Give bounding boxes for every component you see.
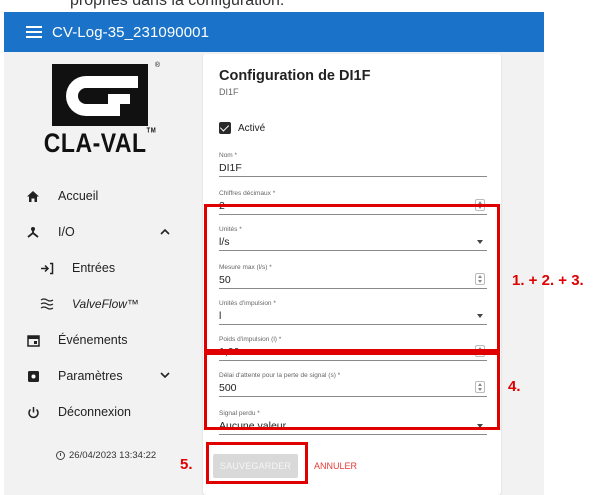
active-checkbox-row[interactable]: Activé — [219, 122, 265, 134]
field-label: Mesure max (l/s) * — [219, 264, 272, 271]
cla-val-logo: ® CLA-VALTM — [40, 62, 160, 160]
field-label: Unités d'impulsion * — [219, 300, 276, 307]
field-label: Signal perdu * — [219, 410, 260, 417]
home-icon — [24, 190, 42, 203]
registered-mark: ® — [154, 62, 160, 69]
field-underline — [219, 434, 487, 435]
sidebar-item-accueil[interactable]: Accueil — [4, 178, 192, 214]
datetime-text: 26/04/2023 13:34:22 — [69, 450, 157, 461]
field-label: Nom * — [219, 152, 238, 159]
field-label: Délai d'attente pour la perte de signal … — [219, 372, 341, 379]
input-icon — [38, 262, 56, 275]
field-label: Chiffres décimaux * — [219, 190, 276, 197]
clock-icon — [56, 451, 65, 460]
field-value[interactable]: Aucune valeur — [219, 420, 286, 432]
field-value[interactable]: 1,00 — [219, 346, 239, 358]
active-label: Activé — [238, 122, 266, 134]
app-title: CV-Log-35_231090001 — [52, 23, 210, 41]
chevron-up-icon — [160, 227, 170, 238]
waves-icon — [38, 298, 56, 310]
sidebar-item-label: Paramètres — [58, 369, 123, 383]
sidebar-item-label: ValveFlow™ — [72, 297, 139, 311]
top-snippet: propriés dans la configuration. — [70, 0, 285, 9]
annotation-1-2-3: 1. + 2. + 3. — [512, 272, 584, 289]
field-label: Unités * — [219, 226, 242, 233]
sidebar-item-deconnexion[interactable]: Déconnexion — [4, 394, 192, 430]
config-card: Configuration de DI1F DI1F Activé Nom * … — [203, 54, 501, 495]
field-underline — [219, 360, 487, 361]
sidebar-item-label: Déconnexion — [58, 405, 131, 419]
sidebar-item-entrees[interactable]: Entrées — [4, 250, 192, 286]
field-value[interactable]: DI1F — [219, 162, 242, 174]
sidebar-item-label: Entrées — [72, 261, 116, 275]
field-label: Poids d'impulsion (l) * — [219, 336, 282, 343]
annotation-4: 4. — [508, 378, 521, 395]
dropdown-arrow-icon[interactable] — [477, 240, 483, 244]
field-value[interactable]: 50 — [219, 274, 231, 286]
chevron-down-icon — [160, 371, 170, 382]
hamburger-menu-icon[interactable] — [26, 26, 42, 38]
card-subtitle: DI1F — [219, 87, 239, 97]
app-window: CV-Log-35_231090001 ® CLA-VALTM Accueil … — [4, 12, 544, 495]
field-underline — [219, 396, 487, 397]
sidebar-item-evenements[interactable]: Événements — [4, 322, 192, 358]
dropdown-arrow-icon[interactable] — [477, 424, 483, 428]
number-spinner-icon[interactable] — [475, 381, 485, 393]
cancel-button[interactable]: ANNULER — [314, 454, 357, 478]
power-icon — [24, 406, 42, 419]
sidebar-item-io[interactable]: I/O — [4, 214, 192, 250]
sidebar: ® CLA-VALTM Accueil I/O Entrées ValveFlo… — [4, 52, 192, 495]
save-button[interactable]: SAUVEGARDER — [213, 454, 298, 478]
active-checkbox[interactable] — [219, 122, 231, 134]
card-title: Configuration de DI1F — [219, 68, 371, 84]
number-spinner-icon[interactable] — [475, 345, 485, 357]
app-header: CV-Log-35_231090001 — [4, 12, 544, 52]
sidebar-item-label: I/O — [58, 225, 75, 239]
calendar-icon — [24, 334, 42, 347]
io-icon — [24, 226, 42, 239]
field-underline — [219, 250, 487, 251]
field-underline — [219, 288, 487, 289]
field-value[interactable]: 500 — [219, 382, 237, 394]
field-value[interactable]: 2 — [219, 200, 225, 212]
number-spinner-icon[interactable] — [475, 199, 485, 211]
sidebar-item-label: Accueil — [58, 189, 99, 203]
field-underline — [219, 324, 487, 325]
annotation-5: 5. — [180, 456, 193, 473]
sidebar-item-valveflow[interactable]: ValveFlow™ — [4, 286, 192, 322]
sidebar-item-parametres[interactable]: Paramètres — [4, 358, 192, 394]
last-update-datetime: 26/04/2023 13:34:22 — [56, 450, 156, 461]
field-underline — [219, 176, 487, 177]
field-value[interactable]: l/s — [219, 236, 230, 248]
field-underline — [219, 214, 487, 215]
cla-val-logo-mark: ® — [52, 62, 160, 126]
settings-icon — [24, 370, 42, 383]
field-value[interactable]: l — [219, 310, 221, 322]
sidebar-item-label: Événements — [58, 333, 128, 347]
dropdown-arrow-icon[interactable] — [477, 314, 483, 318]
number-spinner-icon[interactable] — [475, 273, 485, 285]
cla-val-logo-text: CLA-VALTM — [43, 127, 157, 158]
